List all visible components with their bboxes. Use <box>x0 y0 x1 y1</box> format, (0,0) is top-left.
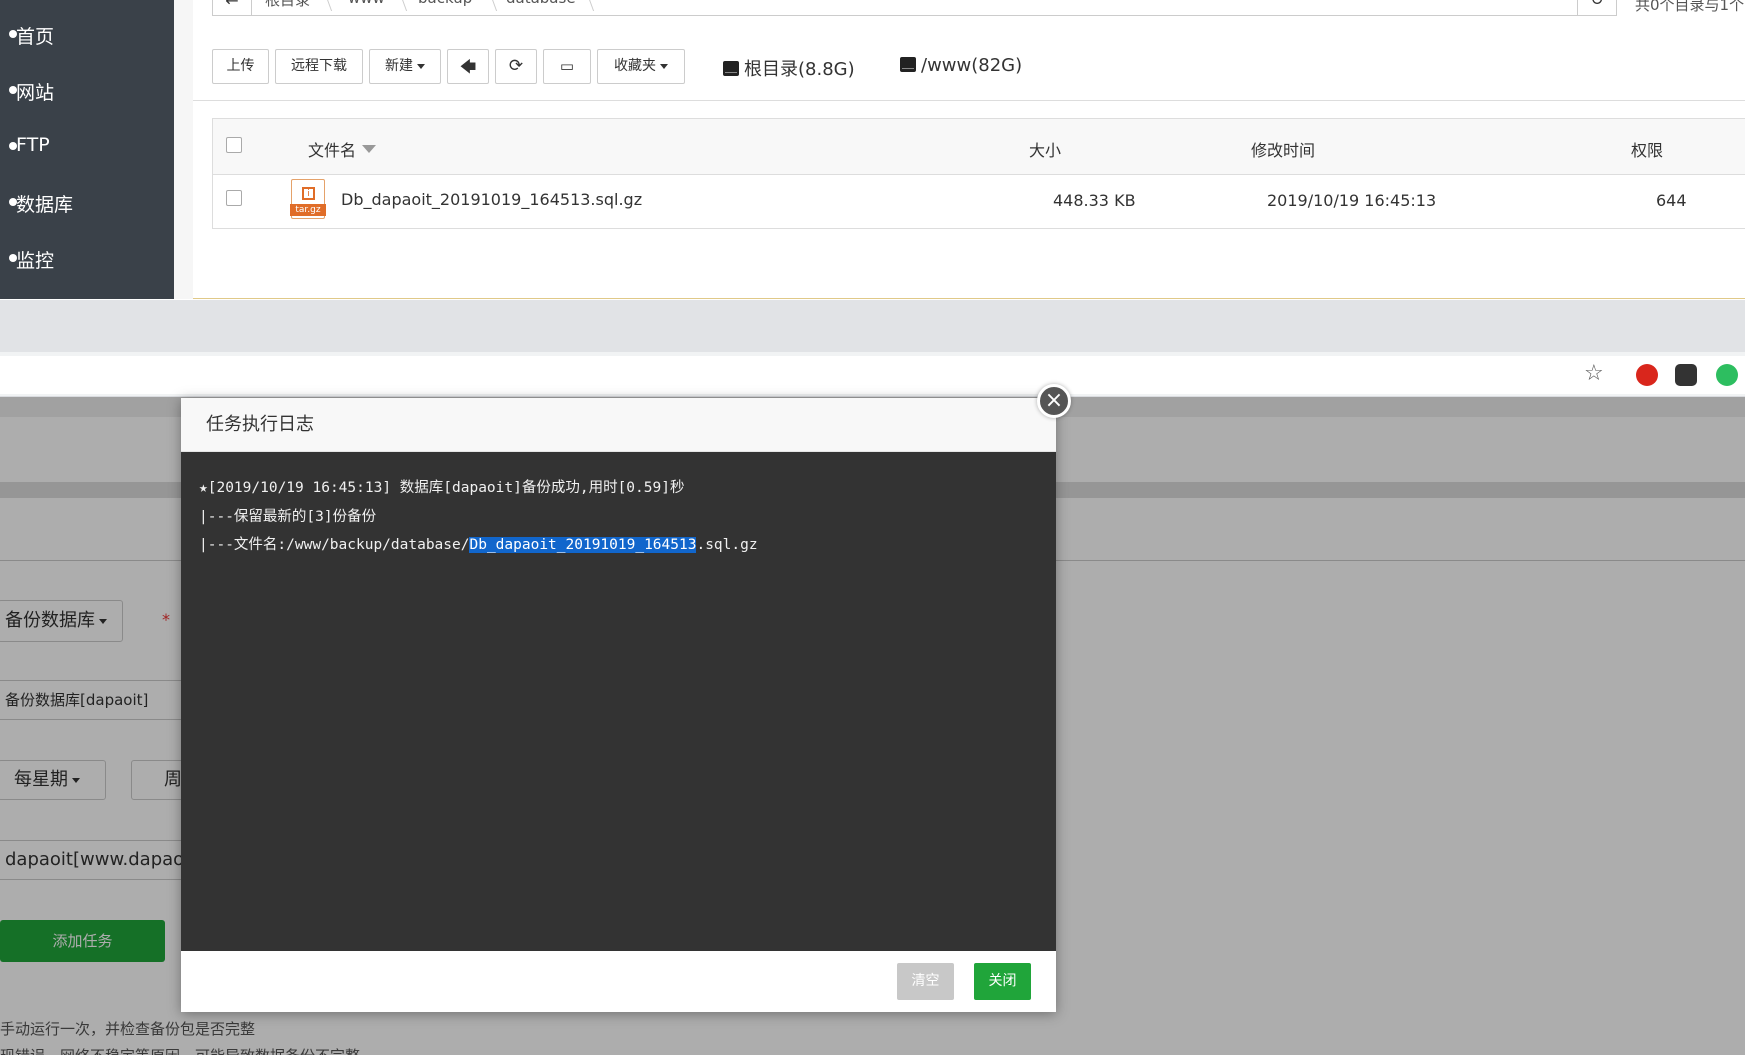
file-mtime: 2019/10/19 16:45:13 <box>1267 191 1437 210</box>
favorites-button-label: 收藏夹 <box>614 58 656 74</box>
file-permission[interactable]: 644 <box>1656 191 1687 210</box>
new-dropdown-button[interactable]: 新建 <box>369 49 441 84</box>
hdd-icon <box>900 57 916 72</box>
sidebar-item-ftp[interactable]: FTP <box>9 134 50 156</box>
table-header: 文件名 大小 修改时间 权限 <box>213 119 1745 175</box>
upload-button[interactable]: 上传 <box>212 49 269 84</box>
disk-root[interactable]: 根目录(8.8G) <box>723 55 855 81</box>
sidebar-item-label: 首页 <box>16 26 55 48</box>
sidebar-item-home[interactable]: 首页 <box>9 22 55 49</box>
file-manager-window: 首页 网站 FTP 数据库 监控 根目录 www backup database… <box>0 0 1745 299</box>
log-line: |---保留最新的[3]份备份 <box>199 508 377 525</box>
file-name[interactable]: Db_dapaoit_20191019_164513.sql.gz <box>341 190 642 209</box>
log-line: |---文件名:/www/backup/database/Db_dapaoit_… <box>199 531 1038 560</box>
caret-down-icon <box>417 63 425 69</box>
log-text: |---文件名:/www/backup/database/ <box>199 537 470 553</box>
bullet-icon <box>9 254 17 262</box>
close-icon: × <box>1044 388 1064 413</box>
file-table: 文件名 大小 修改时间 权限 i tar.gz Db_dapaoit_20191… <box>212 118 1745 229</box>
bullet-icon <box>9 30 17 38</box>
log-text: .sql.gz <box>696 537 758 553</box>
dialog-title: 任务执行日志 <box>181 398 1056 452</box>
row-checkbox[interactable] <box>226 190 242 206</box>
breadcrumb-backup[interactable]: backup <box>418 0 472 7</box>
column-header-label: 文件名 <box>308 141 357 160</box>
sidebar-item-database[interactable]: 数据库 <box>9 190 74 217</box>
task-log-dialog: 任务执行日志 × ★[2019/10/19 16:45:13] 数据库[dapa… <box>181 384 1071 1012</box>
evernote-extension-icon[interactable] <box>1716 364 1738 386</box>
column-header-size[interactable]: 大小 <box>1029 137 1061 161</box>
disk-www[interactable]: /www(82G) <box>900 55 1022 76</box>
path-refresh-button[interactable]: ↻ <box>1577 0 1617 16</box>
sidebar-item-label: 监控 <box>16 250 55 272</box>
file-type-badge: tar.gz <box>290 204 326 216</box>
breadcrumb-separator <box>472 0 498 11</box>
breadcrumb-separator <box>382 0 408 11</box>
sidebar-item-label: 网站 <box>16 82 55 104</box>
sidebar-item-label: FTP <box>16 134 50 156</box>
bullet-icon <box>9 142 17 150</box>
log-output[interactable]: ★[2019/10/19 16:45:13] 数据库[dapaoit]备份成功,… <box>181 452 1056 951</box>
remote-download-button[interactable]: 远程下载 <box>275 49 363 84</box>
path-bar[interactable]: 根目录 www backup database <box>212 0 1617 16</box>
address-bar[interactable] <box>0 356 1745 394</box>
hdd-icon <box>723 61 739 76</box>
sidebar-item-label: 数据库 <box>16 194 74 216</box>
back-button[interactable]: 🡄 <box>447 49 489 84</box>
bullet-icon <box>9 86 17 94</box>
adblock-extension-icon[interactable] <box>1636 364 1658 386</box>
info-mark-icon: i <box>302 187 315 200</box>
close-button[interactable]: 关闭 <box>974 963 1031 1000</box>
arrow-left-icon: ← <box>225 0 239 10</box>
directory-status: 共0个目录与1个 <box>1635 0 1745 14</box>
bullet-icon <box>9 198 17 206</box>
favorites-dropdown-button[interactable]: 收藏夹 <box>597 49 685 84</box>
breadcrumb-root[interactable]: 根目录 <box>265 0 310 10</box>
refresh-icon: ⟳ <box>508 56 524 76</box>
breadcrumb-separator <box>307 0 333 11</box>
dialog-footer: 清空 关闭 <box>181 951 1056 1012</box>
tampermonkey-extension-icon[interactable] <box>1675 364 1697 386</box>
terminal-button[interactable]: ▭ <box>543 49 591 84</box>
disk-www-label: /www(82G) <box>921 55 1023 76</box>
caret-down-icon <box>660 63 668 69</box>
breadcrumb-database[interactable]: database <box>506 0 576 7</box>
sidebar-item-monitor[interactable]: 监控 <box>9 246 55 273</box>
arrow-left-icon: 🡄 <box>459 57 477 76</box>
sort-down-icon <box>362 145 377 153</box>
sidebar: 首页 网站 FTP 数据库 监控 <box>0 0 174 299</box>
path-back-button[interactable]: ← <box>212 0 252 16</box>
column-header-mtime[interactable]: 修改时间 <box>1251 137 1315 161</box>
file-size: 448.33 KB <box>1053 191 1136 210</box>
log-line: ★[2019/10/19 16:45:13] 数据库[dapaoit]备份成功,… <box>199 480 685 496</box>
clear-button[interactable]: 清空 <box>897 963 954 1000</box>
breadcrumb-www[interactable]: www <box>348 0 385 7</box>
refresh-icon: ↻ <box>1590 0 1603 9</box>
terminal-icon: ▭ <box>559 57 575 75</box>
sidebar-item-website[interactable]: 网站 <box>9 78 55 105</box>
dialog-close-button[interactable]: × <box>1037 384 1071 418</box>
column-header-name[interactable]: 文件名 <box>308 137 377 161</box>
archive-file-icon: i tar.gz <box>290 179 326 219</box>
selected-text: Db_dapaoit_20191019_164513 <box>469 537 697 553</box>
select-all-checkbox[interactable] <box>226 137 242 153</box>
column-header-permission[interactable]: 权限 <box>1631 137 1663 161</box>
screenshot-gap <box>0 300 1745 352</box>
divider <box>193 100 1745 101</box>
refresh-button[interactable]: ⟳ <box>495 49 537 84</box>
new-button-label: 新建 <box>385 58 413 74</box>
disk-root-label: 根目录(8.8G) <box>744 59 855 80</box>
bookmark-star-icon[interactable]: ☆ <box>1584 361 1604 386</box>
